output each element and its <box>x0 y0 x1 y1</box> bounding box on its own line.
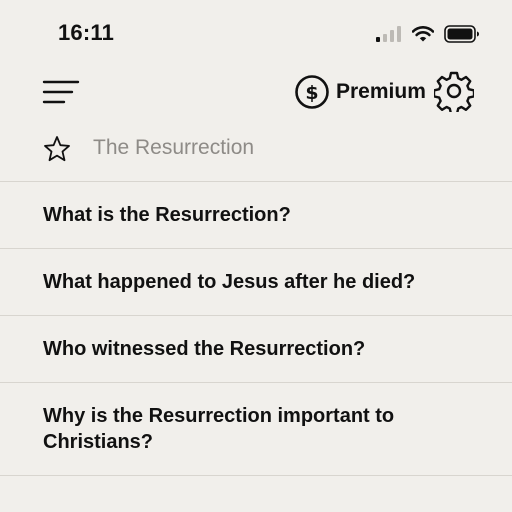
question-item[interactable]: Who witnessed the Resurrection? <box>0 316 512 383</box>
question-text: What is the Resurrection? <box>43 204 291 226</box>
question-text: Why is the Resurrection important to Chr… <box>43 405 395 453</box>
star-outline-icon <box>44 136 70 162</box>
topic-title: The Resurrection <box>93 136 255 159</box>
favorite-button[interactable] <box>43 135 71 163</box>
dollar-circle-icon: $ <box>295 75 329 109</box>
status-time: 16:11 <box>58 20 115 45</box>
menu-button[interactable] <box>40 74 84 110</box>
question-item[interactable]: Why is the Resurrection important to Chr… <box>0 383 512 476</box>
battery-icon <box>444 25 479 43</box>
question-text: What happened to Jesus after he died? <box>43 271 416 293</box>
settings-button[interactable] <box>432 70 476 115</box>
premium-label: Premium <box>336 80 426 103</box>
gear-icon <box>432 71 476 115</box>
svg-text:$: $ <box>305 82 318 104</box>
question-item[interactable]: What happened to Jesus after he died? <box>0 249 512 316</box>
premium-button[interactable]: $ Premium <box>294 72 426 112</box>
wifi-icon <box>412 26 434 42</box>
question-item[interactable]: What is the Resurrection? <box>0 182 512 249</box>
app-header: $ Premium <box>0 66 512 118</box>
question-text: Who witnessed the Resurrection? <box>43 338 366 360</box>
status-bar: 16:11 <box>0 0 512 66</box>
question-list: What is the Resurrection? What happened … <box>0 182 512 476</box>
hamburger-menu-icon <box>42 80 80 104</box>
status-icons <box>376 22 480 46</box>
signal-icon <box>376 26 401 42</box>
topic-header: The Resurrection <box>0 118 512 182</box>
